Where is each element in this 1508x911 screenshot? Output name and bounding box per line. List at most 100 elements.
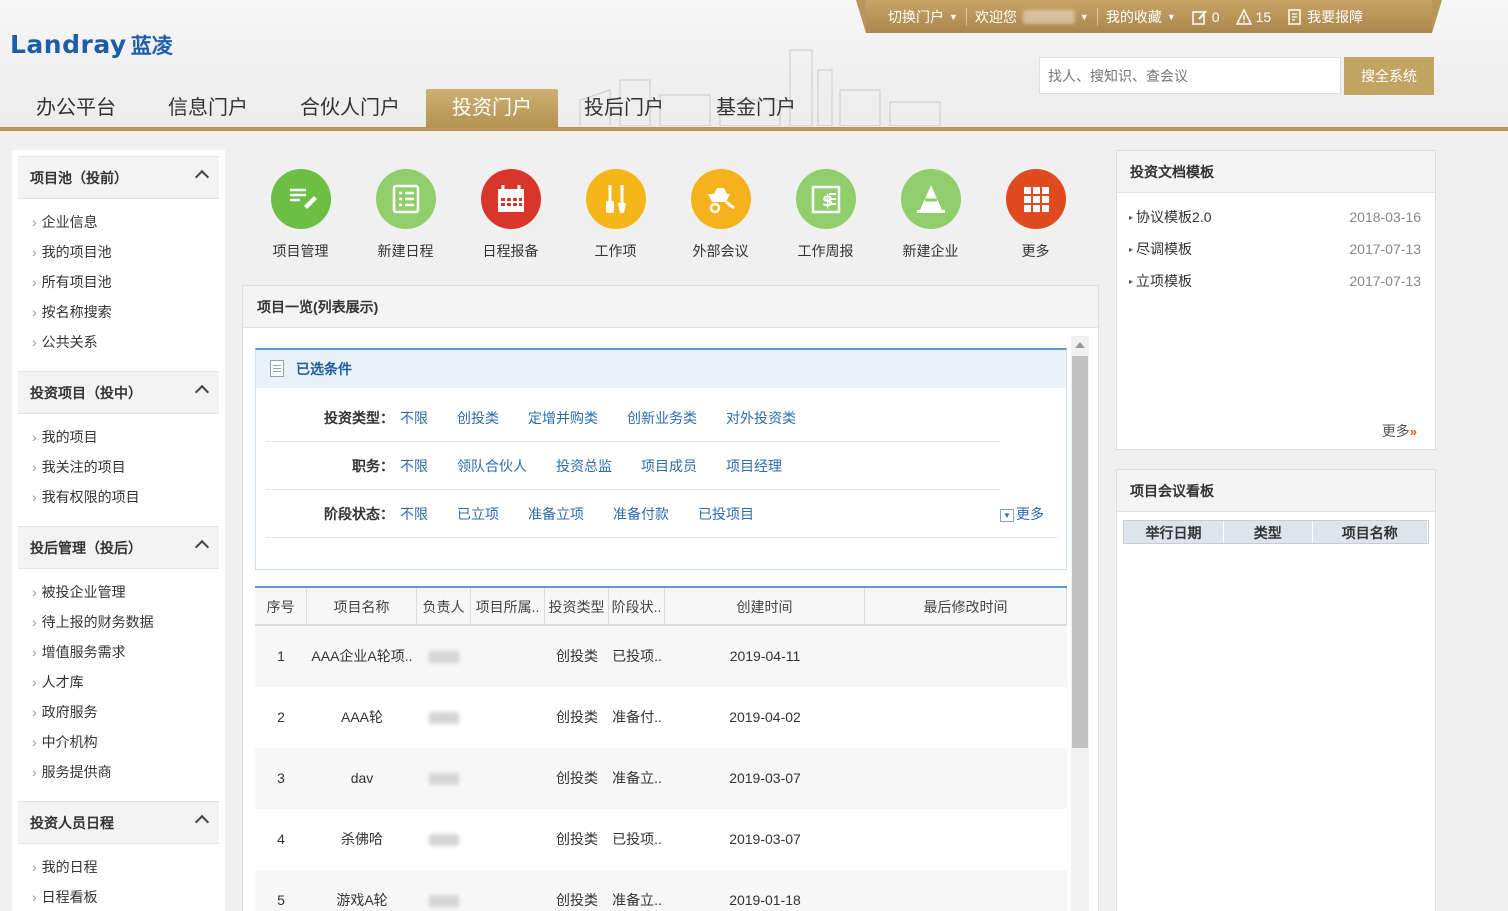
sidebar-section-header[interactable]: 投资项目（投中）	[18, 371, 219, 414]
filter-option[interactable]: 不限	[400, 490, 428, 537]
table-row[interactable]: 4 杀佛哈 创投类 已投项.. 2019-03-07	[255, 809, 1067, 870]
search-input[interactable]	[1039, 57, 1341, 94]
vertical-scrollbar[interactable]	[1071, 336, 1089, 911]
nav-tab-2[interactable]: 合伙人门户	[274, 89, 426, 127]
table-cell: 2	[277, 709, 285, 725]
quick-action-cone[interactable]: 新建企业	[878, 165, 983, 261]
filter-option[interactable]: 已投项目	[698, 490, 754, 537]
sidebar-item[interactable]: 日程看板	[32, 882, 225, 911]
sidebar-item[interactable]: 待上报的财务数据	[32, 607, 225, 637]
filter-option[interactable]: 定增并购类	[528, 394, 598, 441]
scroll-thumb[interactable]	[1072, 356, 1088, 748]
more-link[interactable]: 更多»	[1382, 421, 1417, 441]
filter-more-button[interactable]: ▼ 更多	[1000, 490, 1044, 538]
table-row[interactable]: 5 游戏A轮 创投类 准备立.. 2019-01-18	[255, 870, 1067, 911]
sidebar-item[interactable]: 企业信息	[32, 207, 225, 237]
filter-option[interactable]: 不限	[400, 394, 428, 441]
doc-template-name[interactable]: 协议模板2.0	[1129, 201, 1211, 233]
sidebar-section-header[interactable]: 投后管理（投后）	[18, 526, 219, 569]
chevron-up-icon[interactable]	[194, 814, 210, 830]
sidebar-item[interactable]: 我有权限的项目	[32, 482, 225, 512]
quick-action-grid[interactable]: 更多	[983, 165, 1088, 261]
report-issue-button[interactable]: 我要报障	[1279, 7, 1371, 27]
filter-option[interactable]: 投资总监	[556, 442, 612, 489]
sidebar-item[interactable]: 被投企业管理	[32, 577, 225, 607]
chevron-up-icon[interactable]	[194, 169, 210, 185]
chevron-up-icon[interactable]	[194, 539, 210, 555]
sidebar-item[interactable]: 中介机构	[32, 727, 225, 757]
cone-icon[interactable]	[900, 169, 961, 229]
nav-tab-0[interactable]: 办公平台	[10, 89, 142, 127]
column-header[interactable]: 项目名称	[307, 588, 417, 624]
filter-option[interactable]: 领队合伙人	[457, 442, 527, 489]
quick-action-pen-note[interactable]: 项目管理	[248, 165, 353, 261]
column-header[interactable]: 项目所属..	[471, 588, 545, 624]
filter-option[interactable]: 准备付款	[613, 490, 669, 537]
search-all-button[interactable]: 搜全系统	[1344, 57, 1434, 95]
filter-option[interactable]: 不限	[400, 442, 428, 489]
sidebar-item[interactable]: 公共关系	[32, 327, 225, 357]
switch-portal-menu[interactable]: 切换门户 ▼	[880, 7, 966, 27]
filter-option[interactable]: 已立项	[457, 490, 499, 537]
meeting-column-header[interactable]: 类型	[1224, 521, 1313, 543]
sidebar-item[interactable]: 我的项目池	[32, 237, 225, 267]
filter-option[interactable]: 项目成员	[641, 442, 697, 489]
brand-logo[interactable]: Landray 蓝凌	[10, 30, 173, 60]
sidebar-item[interactable]: 政府服务	[32, 697, 225, 727]
quick-action-tools[interactable]: 工作项	[563, 165, 668, 261]
sidebar-item[interactable]: 我关注的项目	[32, 452, 225, 482]
table-row[interactable]: 3 dav 创投类 准备立.. 2019-03-07	[255, 748, 1067, 809]
quick-action-calendar[interactable]: 日程报备	[458, 165, 563, 261]
quick-action-dollar-doc[interactable]: $ 工作周报	[773, 165, 878, 261]
sidebar-item[interactable]: 服务提供商	[32, 757, 225, 787]
sidebar-section-header[interactable]: 项目池（投前）	[18, 156, 219, 199]
doc-template-name[interactable]: 尽调模板	[1129, 233, 1192, 265]
nav-tab-3[interactable]: 投资门户	[426, 89, 558, 127]
nav-tab-5[interactable]: 基金门户	[690, 89, 822, 127]
filter-option[interactable]: 对外投资类	[726, 394, 796, 441]
sidebar-item[interactable]: 我的项目	[32, 422, 225, 452]
dollar-doc-icon[interactable]: $	[795, 169, 856, 229]
table-row[interactable]: 2 AAA轮 创投类 准备付.. 2019-04-02	[255, 687, 1067, 748]
list-icon[interactable]	[375, 169, 436, 229]
doc-template-item[interactable]: 协议模板2.0 2018-03-16	[1117, 201, 1435, 233]
favorites-menu[interactable]: 我的收藏 ▼	[1098, 7, 1184, 27]
nav-tab-4[interactable]: 投后门户	[558, 89, 690, 127]
doc-template-item[interactable]: 尽调模板 2017-07-13	[1117, 233, 1435, 265]
quick-action-wheelbarrow[interactable]: 外部会议	[668, 165, 773, 261]
filter-option[interactable]: 准备立项	[528, 490, 584, 537]
chevron-up-icon[interactable]	[194, 384, 210, 400]
sidebar-item[interactable]: 所有项目池	[32, 267, 225, 297]
sidebar-item[interactable]: 增值服务需求	[32, 637, 225, 667]
todo-button[interactable]: 0	[1184, 9, 1228, 25]
sidebar-section-header[interactable]: 投资人员日程	[18, 801, 219, 844]
calendar-icon[interactable]	[480, 169, 541, 229]
welcome-user[interactable]: 欢迎您 ▼	[967, 7, 1097, 27]
column-header[interactable]: 创建时间	[665, 588, 865, 624]
table-cell: 准备立..	[612, 770, 662, 786]
column-header[interactable]: 负责人	[417, 588, 471, 624]
column-header[interactable]: 阶段状..	[609, 588, 665, 624]
nav-tab-1[interactable]: 信息门户	[142, 89, 274, 127]
wheelbarrow-icon[interactable]	[690, 169, 751, 229]
doc-template-item[interactable]: 立项模板 2017-07-13	[1117, 265, 1435, 297]
pen-note-icon[interactable]	[270, 169, 331, 229]
alerts-button[interactable]: 15	[1228, 8, 1280, 25]
column-header[interactable]: 投资类型	[545, 588, 609, 624]
sidebar-item[interactable]: 按名称搜索	[32, 297, 225, 327]
doc-template-name[interactable]: 立项模板	[1129, 265, 1192, 297]
filter-option[interactable]: 创投类	[457, 394, 499, 441]
filter-option[interactable]: 创新业务类	[627, 394, 697, 441]
column-header[interactable]: 最后修改时间	[865, 588, 1067, 624]
tools-icon[interactable]	[585, 169, 646, 229]
sidebar-item[interactable]: 我的日程	[32, 852, 225, 882]
meeting-column-header[interactable]: 项目名称	[1313, 521, 1428, 543]
filter-option[interactable]: 项目经理	[726, 442, 782, 489]
quick-action-list[interactable]: 新建日程	[353, 165, 458, 261]
meeting-column-header[interactable]: 举行日期	[1124, 521, 1225, 543]
sidebar-item[interactable]: 人才库	[32, 667, 225, 697]
scroll-up-icon[interactable]	[1075, 342, 1085, 348]
grid-icon[interactable]	[1005, 169, 1066, 229]
column-header[interactable]: 序号	[255, 588, 307, 624]
table-row[interactable]: 1 AAA企业A轮项.. 创投类 已投项.. 2019-04-11	[255, 626, 1067, 687]
